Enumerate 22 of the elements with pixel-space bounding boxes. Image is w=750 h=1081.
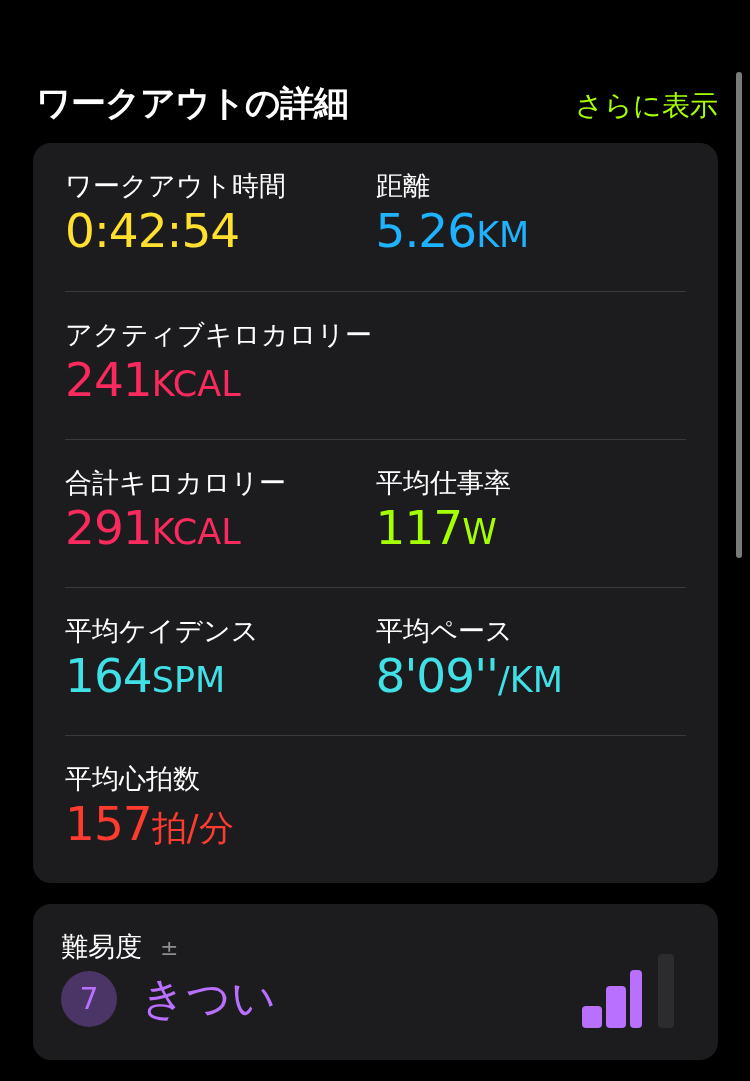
metric-value: 0:42:54 <box>65 203 240 259</box>
metric-value: 5.26KM <box>375 203 530 260</box>
metric-value: 117W <box>375 500 497 557</box>
metric-value: 8'09''/KM <box>375 648 563 705</box>
metric-value: 241KCAL <box>65 352 241 409</box>
section-title: ワークアウトの詳細 <box>36 82 348 125</box>
metric-value: 164SPM <box>65 648 226 705</box>
effort-score-badge: 7 <box>61 970 117 1027</box>
adjust-icon[interactable]: ± <box>160 934 179 960</box>
metric-label: 距離 <box>375 169 430 203</box>
metric-label: 平均ペース <box>375 614 513 648</box>
metric-value: 291KCAL <box>65 500 241 557</box>
metric-label: 合計キロカロリー <box>65 466 286 500</box>
show-more-link[interactable]: さらに表示 <box>575 87 718 125</box>
metric-label: 平均ケイデンス <box>65 614 259 648</box>
metric-label: ワークアウト時間 <box>65 169 286 203</box>
effort-label: 難易度 <box>61 930 142 964</box>
metric-label: 平均仕事率 <box>375 466 511 500</box>
metric-label: 平均心拍数 <box>65 762 200 796</box>
effort-rating: きつい <box>141 971 276 1025</box>
metric-label: アクティブキロカロリー <box>65 318 372 352</box>
metric-value: 157拍/分 <box>65 796 234 853</box>
